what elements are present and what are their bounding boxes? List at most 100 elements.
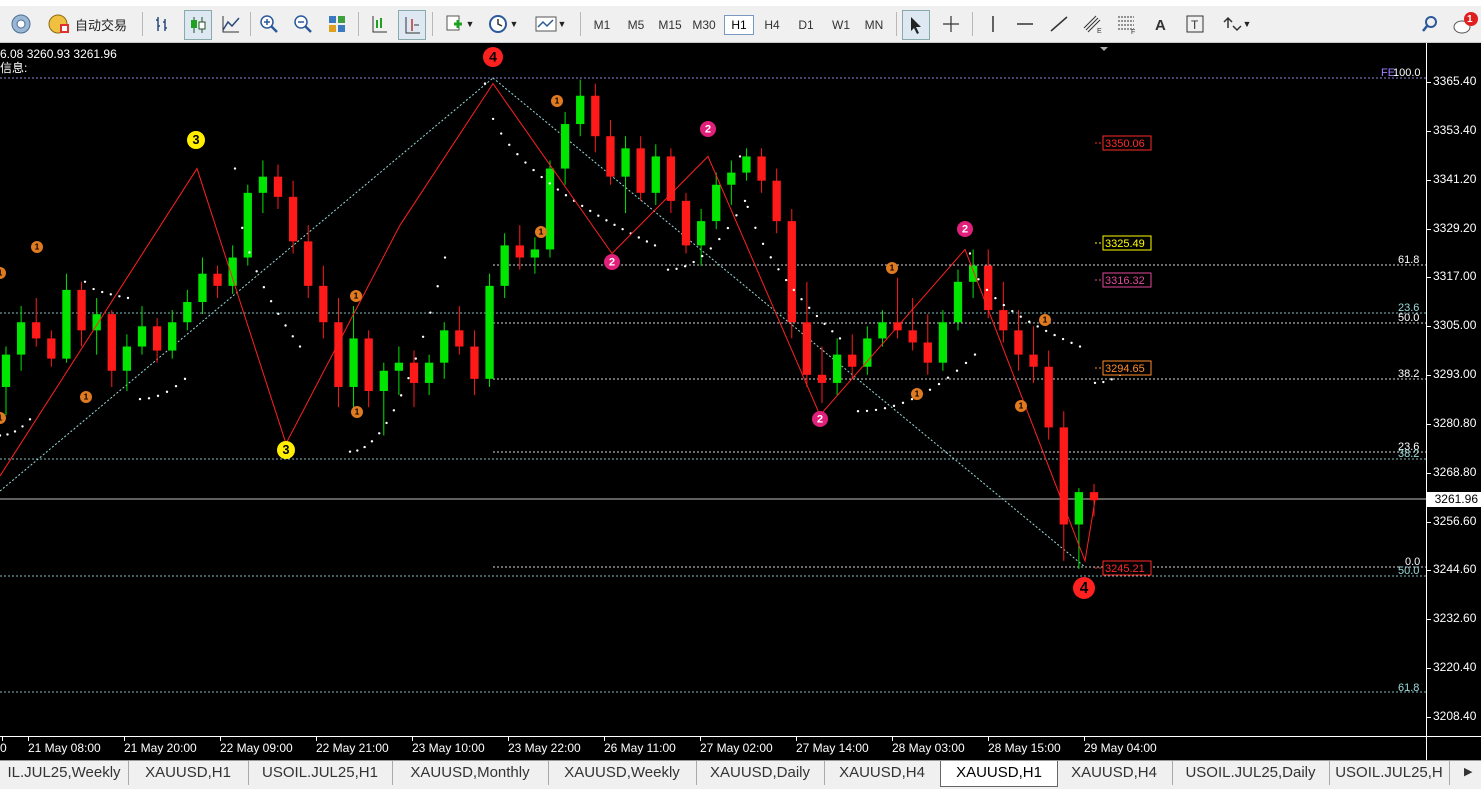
trendline-icon[interactable]: [1046, 10, 1072, 38]
auto-trading-button[interactable]: 自动交易: [40, 10, 134, 38]
time-axis[interactable]: 0 21 May 08:00 21 May 20:00 22 May 09:00 22 …: [0, 736, 1426, 761]
timeframe-m1[interactable]: M1: [587, 15, 617, 35]
timeframe-w1[interactable]: W1: [826, 15, 856, 35]
time-label: 23 May 22:00: [508, 741, 581, 755]
psar-dot: [831, 330, 834, 333]
candle-body: [319, 285, 328, 323]
tab-scroll-right-icon[interactable]: ▶: [1464, 765, 1472, 778]
psar-dot: [985, 288, 989, 292]
psar-dot: [1110, 378, 1113, 381]
time-label: 21 May 08:00: [28, 741, 101, 755]
timeframe-h1[interactable]: H1: [724, 15, 754, 35]
chart-tab[interactable]: XAUUSD,H4: [1056, 761, 1173, 785]
candlestick-chart-icon[interactable]: [184, 10, 212, 40]
auto-scroll-icon[interactable]: [366, 10, 392, 38]
chart-tab[interactable]: XAUUSD,Daily: [696, 761, 825, 785]
fib-label-100: 100.0: [1393, 67, 1421, 79]
zoom-in-icon[interactable]: [256, 10, 282, 38]
chart-tab[interactable]: XAUUSD,Monthly: [392, 761, 549, 785]
candle-body: [304, 241, 313, 286]
psar-dot: [580, 204, 584, 208]
candle-body: [848, 354, 857, 367]
zoom-out-icon[interactable]: [290, 10, 316, 38]
psar-dot: [597, 214, 600, 217]
bar-chart-icon[interactable]: [150, 10, 176, 38]
chart-shift-icon[interactable]: [398, 10, 426, 40]
fibonacci-icon[interactable]: F: [1114, 10, 1140, 38]
wave-label-1: 1: [0, 413, 3, 423]
fib-label-500: 50.0: [1398, 312, 1419, 324]
timeframe-m15[interactable]: M15: [655, 15, 685, 35]
text-tool-icon[interactable]: A: [1148, 10, 1174, 38]
chart-canvas[interactable]: FE100.061.823.650.038.223.638.20.050.061…: [0, 43, 1426, 736]
psar-dot: [363, 445, 366, 449]
candle-body: [62, 289, 71, 359]
crosshair-icon[interactable]: [938, 10, 964, 38]
candle-body: [606, 136, 615, 177]
profiles-icon[interactable]: [8, 10, 34, 38]
price-axis[interactable]: 3365.40 3353.40 3341.20 3329.20 3317.00 3305.…: [1426, 43, 1481, 736]
candle-body: [1029, 354, 1038, 367]
chevron-down-icon: ▼: [509, 19, 519, 29]
candle-body: [832, 354, 842, 383]
vertical-line-icon[interactable]: [980, 10, 1006, 38]
candle-body: [787, 221, 796, 323]
psar-dot: [499, 132, 503, 135]
chevron-down-icon: ▼: [557, 19, 567, 29]
candle-body: [394, 362, 404, 371]
candle-body: [77, 289, 86, 331]
candle-body: [591, 95, 600, 137]
search-icon[interactable]: [1418, 10, 1442, 38]
cursor-icon[interactable]: [902, 10, 930, 40]
psar-dot: [1011, 309, 1014, 313]
wave-label-2a: 2: [705, 124, 711, 136]
line-chart-icon[interactable]: [218, 10, 244, 38]
chart-tab[interactable]: XAUUSD,H4: [824, 761, 941, 785]
candle-body: [878, 322, 887, 339]
psar-dot: [883, 407, 887, 410]
candle-body: [288, 196, 298, 242]
arrows-dropdown[interactable]: ▼: [1216, 10, 1256, 38]
price-label: 3305.00: [1433, 318, 1477, 333]
price-chart[interactable]: FE 100.0 61.8 23.6 50.0 38.2 23.6 38.2 0.0 50.0 61…: [0, 43, 1426, 736]
horizontal-line-icon[interactable]: [1012, 10, 1038, 38]
price-tick: [1427, 668, 1431, 670]
candle-body: [727, 172, 736, 185]
equidistant-channel-icon[interactable]: E: [1080, 10, 1106, 38]
time-label: 28 May 15:00: [988, 741, 1061, 755]
chart-tab[interactable]: XAUUSD,H1: [128, 761, 249, 785]
text-label-icon[interactable]: T: [1182, 10, 1208, 38]
chart-tab[interactable]: IL.JUL25,Weekly: [0, 761, 129, 785]
psar-dot: [968, 252, 972, 255]
timeframe-m5[interactable]: M5: [621, 15, 651, 35]
price-tag-label: 3325.49: [1105, 238, 1145, 250]
chart-tab[interactable]: XAUUSD,Weekly: [548, 761, 697, 785]
psar-dot: [540, 175, 543, 179]
price-tick: [1427, 228, 1431, 230]
chart-tab[interactable]: USOIL.JUL25,H1: [248, 761, 393, 785]
psar-dot: [407, 376, 410, 380]
psar-dot: [548, 182, 551, 185]
tile-windows-icon[interactable]: [324, 10, 350, 38]
indicators-dropdown[interactable]: ▼: [440, 10, 478, 38]
psar-dot: [1028, 320, 1031, 323]
templates-dropdown[interactable]: ▼: [530, 10, 570, 38]
timeframe-h4[interactable]: H4: [757, 15, 787, 35]
candle-body: [455, 330, 464, 347]
psar-dot: [532, 168, 535, 172]
wave-label-1: 1: [1019, 401, 1024, 411]
timeframe-m30[interactable]: M30: [689, 15, 719, 35]
timeframe-d1[interactable]: D1: [791, 15, 821, 35]
psar-dot: [165, 390, 169, 394]
psar-dot: [1053, 333, 1056, 337]
psar-dot: [1070, 341, 1073, 345]
psar-dot: [483, 82, 487, 85]
notifications-button[interactable]: 1: [1450, 10, 1480, 38]
chart-tab[interactable]: USOIL.JUL25,Daily: [1172, 761, 1330, 785]
periods-dropdown[interactable]: ▼: [484, 10, 522, 38]
timeframe-mn[interactable]: MN: [859, 15, 889, 35]
chart-tab[interactable]: USOIL.JUL25,H: [1329, 761, 1450, 785]
psar-dot: [262, 285, 266, 289]
candle-body: [923, 342, 932, 363]
chart-tab[interactable]: XAUUSD,H1: [940, 761, 1058, 787]
